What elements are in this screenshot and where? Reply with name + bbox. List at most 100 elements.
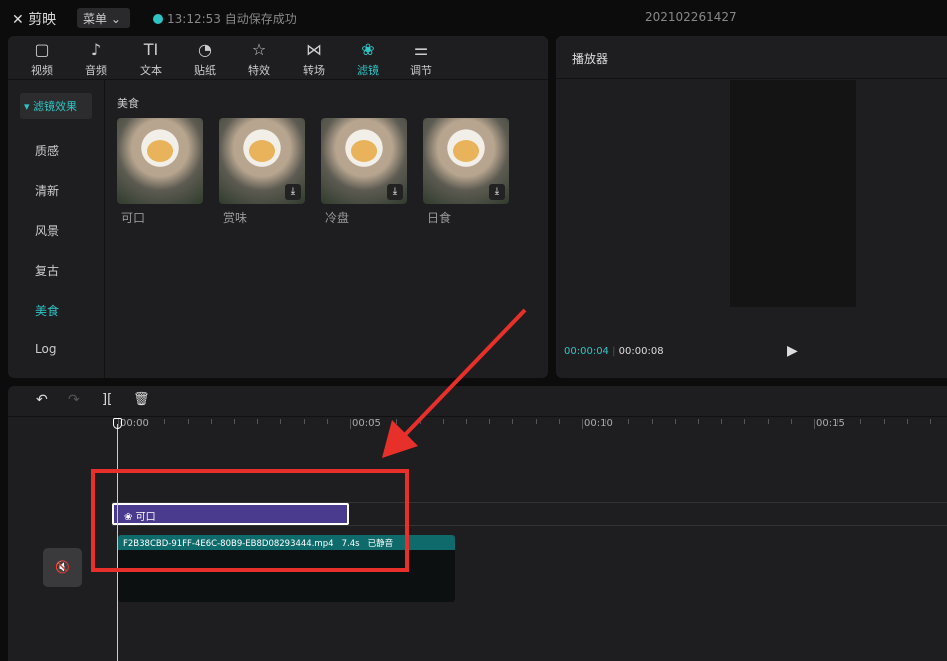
tab-label: 贴纸 [194, 64, 216, 77]
ruler-tick [721, 419, 723, 424]
tab-icon: ☆ [251, 40, 267, 59]
mute-icon: 🔇 [55, 560, 70, 574]
ruler-tick [257, 419, 259, 424]
filter-thumbnail[interactable]: ⤓ [423, 118, 509, 204]
filter-thumbnail[interactable] [117, 118, 203, 204]
food-image [351, 140, 377, 162]
ruler-tick [814, 419, 815, 429]
sidebar-item[interactable]: 美食 [35, 302, 59, 319]
tab-label: 调节 [410, 64, 432, 77]
tab-3[interactable]: ◔ 贴纸 [180, 40, 230, 78]
tab-label: 转场 [303, 64, 325, 77]
ruler-tick [930, 419, 931, 424]
ruler-tick [582, 419, 583, 429]
ruler-tick [350, 419, 351, 429]
sidebar-item[interactable]: 风景 [35, 222, 59, 239]
tab-icon: ◔ [198, 40, 212, 59]
ruler-tick [187, 419, 189, 424]
food-image [249, 140, 275, 162]
redo-icon[interactable]: ↷ [68, 392, 80, 408]
sidebar-header[interactable]: ▾ 滤镜效果 [20, 93, 92, 119]
split-icon[interactable]: ][ [102, 392, 112, 407]
ruler-tick [164, 419, 166, 424]
divider [556, 78, 947, 79]
filter-thumbnail[interactable]: ⤓ [321, 118, 407, 204]
download-icon[interactable]: ⤓ [387, 184, 403, 200]
ruler-tick [906, 419, 908, 424]
ruler-label: 00:00 [120, 418, 149, 429]
annotation-box [91, 469, 409, 572]
sidebar-item[interactable]: 质感 [35, 142, 59, 159]
filter-name: 赏味 [223, 211, 248, 225]
tab-label: 视频 [31, 64, 53, 77]
ruler-label: 00:10 [584, 418, 613, 429]
sidebar-header-label: 滤镜效果 [33, 100, 78, 113]
ruler-tick [790, 419, 792, 424]
tab-label: 音频 [85, 64, 107, 77]
menu-button[interactable]: 菜单 ⌄ [77, 8, 130, 28]
tab-icon: ♪ [90, 40, 102, 59]
sidebar-item[interactable]: 复古 [35, 262, 59, 279]
ruler-tick [280, 419, 282, 424]
sidebar-item[interactable]: 清新 [35, 182, 59, 199]
player-time: 00:00:04 | 00:00:08 [564, 346, 664, 357]
filter-name: 可口 [121, 211, 146, 225]
video-preview [730, 80, 856, 307]
tab-7[interactable]: ⚌ 调节 [396, 40, 446, 78]
ruler-tick [326, 419, 328, 424]
tab-4[interactable]: ☆ 特效 [234, 40, 284, 78]
tab-icon: ▢ [34, 40, 50, 59]
download-icon[interactable]: ⤓ [285, 184, 301, 200]
current-time: 00:00:04 [564, 346, 609, 357]
ruler-tick [628, 419, 630, 424]
project-title: 202102261427 [645, 10, 737, 24]
save-status: 13:12:53 自动保存成功 [153, 10, 297, 27]
download-icon[interactable]: ⤓ [489, 184, 505, 200]
play-button[interactable]: ▶ [787, 343, 798, 359]
tab-6[interactable]: ❀ 滤镜 [343, 40, 393, 78]
tab-5[interactable]: ⋈ 转场 [289, 40, 339, 78]
ruler-tick [651, 419, 653, 424]
filter-name: 冷盘 [325, 211, 350, 225]
tab-label: 特效 [248, 64, 270, 77]
save-time: 13:12:53 [167, 12, 221, 26]
ruler-tick [674, 419, 676, 424]
save-text: 自动保存成功 [224, 12, 297, 26]
tab-icon: TI [143, 40, 159, 59]
top-bar: ✕ 剪映 菜单 ⌄ 13:12:53 自动保存成功 202102261427 [0, 0, 947, 35]
mute-button[interactable]: 🔇 [43, 548, 82, 587]
tab-icon: ⚌ [413, 40, 429, 59]
app-name: 剪映 [28, 12, 57, 28]
food-image [453, 140, 479, 162]
filter-thumbnail[interactable]: ⤓ [219, 118, 305, 204]
chevron-down-icon: ⌄ [110, 12, 121, 26]
sidebar-item[interactable]: Log [35, 342, 56, 356]
total-time: 00:00:08 [618, 346, 664, 357]
ruler-tick [883, 419, 885, 424]
playhead-handle[interactable] [113, 418, 122, 429]
ruler-tick [767, 419, 769, 424]
check-icon [153, 14, 163, 24]
ruler-tick [860, 419, 862, 424]
tab-1[interactable]: ♪ 音频 [71, 40, 121, 78]
food-image [147, 140, 173, 162]
section-title: 美食 [117, 97, 139, 110]
tab-0[interactable]: ▢ 视频 [17, 40, 67, 78]
ruler-tick [234, 419, 235, 424]
undo-icon[interactable]: ↶ [36, 392, 48, 408]
player-title: 播放器 [572, 52, 609, 66]
ruler-tick [698, 419, 699, 424]
ruler-tick [303, 419, 305, 424]
tab-2[interactable]: TI 文本 [126, 40, 176, 78]
menu-label: 菜单 [83, 12, 108, 26]
tab-icon: ❀ [361, 40, 375, 59]
ruler-label: 00:15 [816, 418, 845, 429]
filter-name: 日食 [427, 211, 452, 225]
delete-icon[interactable]: 🗑 [133, 392, 150, 407]
app-logo: ✕ 剪映 [12, 12, 57, 28]
tab-label: 滤镜 [357, 64, 379, 77]
ruler-tick [210, 419, 212, 424]
annotation-arrow [382, 308, 527, 458]
ruler-tick [558, 419, 560, 424]
tab-label: 文本 [140, 64, 162, 77]
